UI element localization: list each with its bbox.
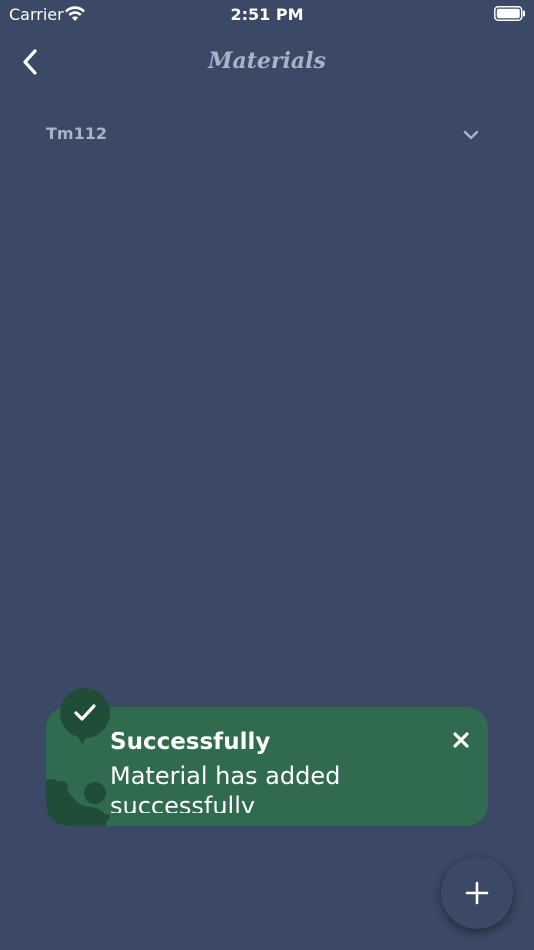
check-icon (60, 688, 110, 746)
material-dropdown[interactable]: Tm112 (46, 118, 486, 152)
add-material-button[interactable] (441, 857, 513, 929)
close-icon (453, 732, 469, 748)
success-toast: Successfully Material has added successf… (46, 707, 488, 826)
battery-icon (494, 6, 526, 25)
toast-message: Material has added successfully (110, 762, 341, 813)
toast-close-button[interactable] (450, 729, 472, 751)
chevron-down-icon (462, 128, 480, 146)
dropdown-selected-value: Tm112 (46, 124, 107, 143)
page-title: Materials (208, 48, 326, 74)
clock: 2:51 PM (230, 5, 304, 24)
toast-title: Successfully (110, 729, 271, 755)
plus-icon (465, 881, 489, 905)
status-bar: Carrier 2:51 PM (0, 0, 534, 28)
